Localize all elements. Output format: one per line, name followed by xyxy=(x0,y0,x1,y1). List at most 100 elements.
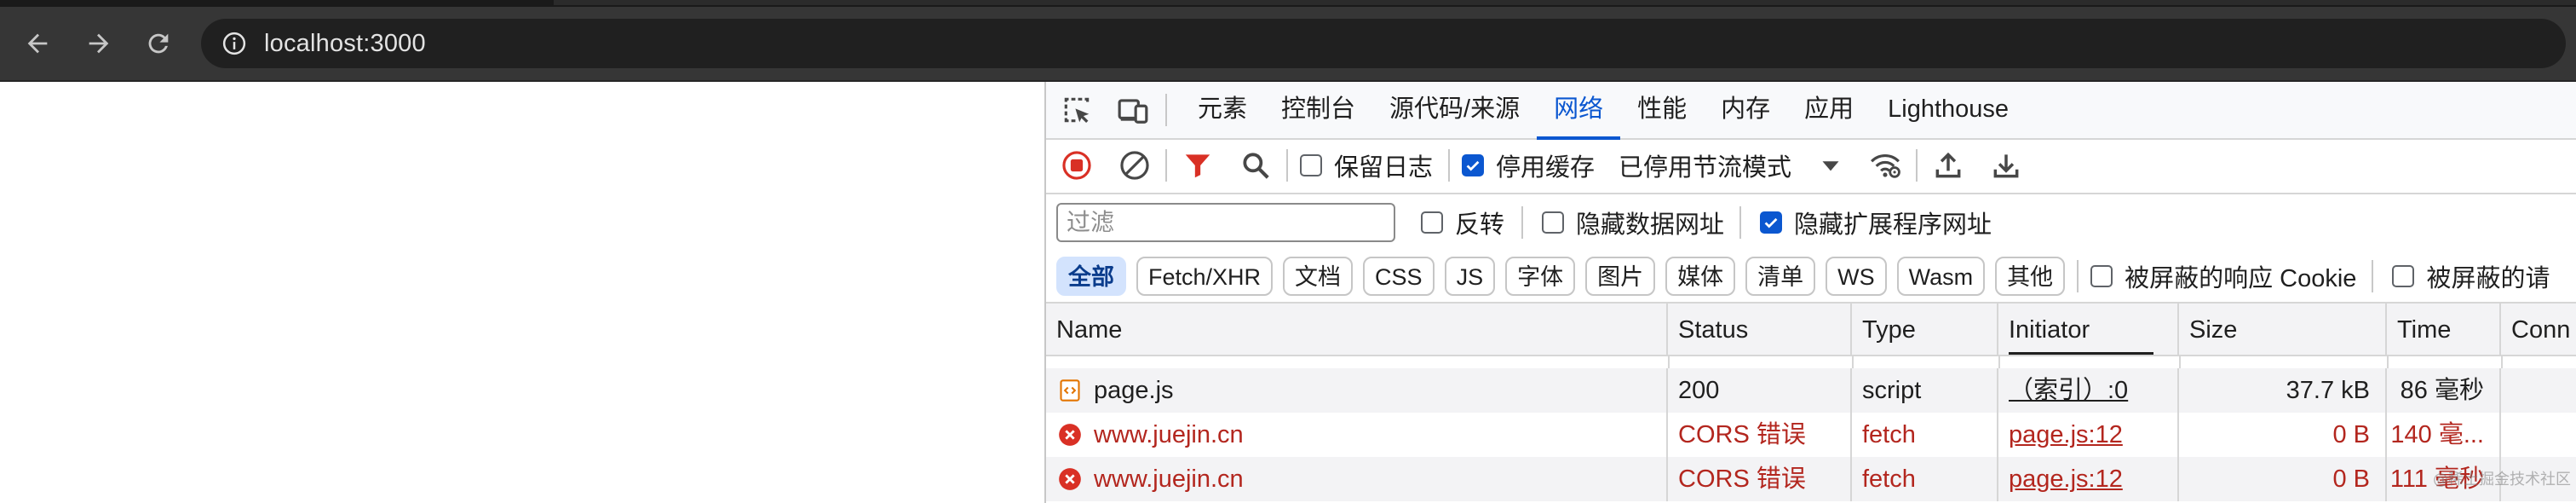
requests-table: Name Status Type Initiator Size Time Con… xyxy=(1046,302,2576,503)
initiator-link[interactable]: （索引）:0 xyxy=(2009,377,2128,404)
tab-elements[interactable]: 元素 xyxy=(1181,82,1264,138)
column-header-time[interactable]: Time xyxy=(2387,304,2501,356)
column-header-status[interactable]: Status xyxy=(1668,304,1852,356)
tab-application[interactable]: 应用 xyxy=(1787,82,1871,138)
tab-sources[interactable]: 源代码/来源 xyxy=(1372,82,1537,138)
filter-icon[interactable] xyxy=(1179,147,1216,184)
column-header-type[interactable]: Type xyxy=(1852,304,1998,356)
table-header: Name Status Type Initiator Size Time Con… xyxy=(1046,302,2576,356)
device-toolbar-icon[interactable] xyxy=(1114,91,1152,129)
checkmark-icon xyxy=(1764,217,1778,228)
type-filter-css[interactable]: CSS xyxy=(1363,257,1435,296)
toolbar-divider xyxy=(2372,260,2374,292)
type-filter-fetch-xhr[interactable]: Fetch/XHR xyxy=(1136,257,1274,296)
preserve-log-label: 保留日志 xyxy=(1334,154,1434,182)
blocked-cookies-label: 被屏蔽的响应 Cookie xyxy=(2125,265,2357,292)
page-viewport xyxy=(0,82,1044,503)
clear-icon[interactable] xyxy=(1116,147,1153,184)
chevron-down-icon[interactable] xyxy=(1812,147,1849,184)
toolbar-divider xyxy=(1165,94,1167,126)
tab-performance[interactable]: 性能 xyxy=(1620,82,1704,138)
address-bar[interactable]: localhost:3000 xyxy=(201,19,2566,68)
cell-status: CORS 错误 xyxy=(1668,413,1852,457)
request-name: page.js xyxy=(1094,377,1174,404)
toolbar-divider xyxy=(1286,149,1288,182)
column-divider xyxy=(2387,356,2389,368)
export-har-icon[interactable] xyxy=(1987,147,2025,184)
invert-checkbox[interactable] xyxy=(1421,211,1443,234)
toolbar-divider xyxy=(1739,206,1742,239)
cell-time: 140 毫... xyxy=(2387,413,2501,457)
toolbar-divider xyxy=(1521,206,1524,239)
site-info-icon[interactable] xyxy=(220,29,249,58)
url-text: localhost:3000 xyxy=(264,29,426,57)
hide-extension-urls-checkbox[interactable] xyxy=(1760,211,1783,234)
tab-memory[interactable]: 内存 xyxy=(1704,82,1787,138)
type-filter-other[interactable]: 其他 xyxy=(1995,257,2066,296)
throttling-select[interactable]: 已停用节流模式 xyxy=(1619,147,1791,183)
devtools-panel: 元素 控制台 源代码/来源 网络 性能 内存 应用 Lighthouse 保留日… xyxy=(1044,82,2576,503)
column-header-name[interactable]: Name xyxy=(1046,304,1668,356)
tab-network[interactable]: 网络 xyxy=(1537,82,1621,140)
type-filter-js[interactable]: JS xyxy=(1444,257,1496,296)
hide-data-urls-checkbox[interactable] xyxy=(1542,211,1565,234)
tab-lighthouse[interactable]: Lighthouse xyxy=(1871,82,2026,138)
stop-recording-icon[interactable] xyxy=(1058,147,1095,184)
hide-data-urls-label: 隐藏数据网址 xyxy=(1576,211,1725,239)
cell-connection xyxy=(2501,413,2576,457)
type-filter-img[interactable]: 图片 xyxy=(1585,257,1656,296)
type-filter-ws[interactable]: WS xyxy=(1826,257,1887,296)
table-row-partial xyxy=(1046,356,2576,368)
column-divider xyxy=(2501,356,2503,368)
resource-type-filters: 全部 Fetch/XHR 文档 CSS JS 字体 图片 媒体 清单 WS Wa… xyxy=(1046,251,2576,302)
type-filter-media[interactable]: 媒体 xyxy=(1665,257,1736,296)
column-header-connection[interactable]: Conn xyxy=(2501,304,2576,356)
toolbar-divider xyxy=(1448,149,1451,182)
column-divider xyxy=(2179,356,2181,368)
type-filter-manifest[interactable]: 清单 xyxy=(1745,257,1816,296)
network-conditions-icon[interactable] xyxy=(1866,147,1904,184)
initiator-link[interactable]: page.js:12 xyxy=(2009,421,2123,448)
request-name: www.juejin.cn xyxy=(1094,421,1244,448)
import-har-icon[interactable] xyxy=(1929,147,1967,184)
invert-label: 反转 xyxy=(1455,211,1505,239)
type-filter-wasm[interactable]: Wasm xyxy=(1896,257,1986,296)
table-row[interactable]: www.juejin.cn CORS 错误 fetch page.js:12 0… xyxy=(1046,457,2576,501)
search-icon[interactable] xyxy=(1237,147,1274,184)
cell-size: 0 B xyxy=(2179,457,2387,501)
cell-name: www.juejin.cn xyxy=(1046,457,1668,501)
type-filter-all[interactable]: 全部 xyxy=(1056,257,1126,296)
initiator-link[interactable]: page.js:12 xyxy=(2009,465,2123,493)
reload-icon[interactable] xyxy=(140,25,177,62)
blocked-requests-checkbox[interactable] xyxy=(2392,265,2415,287)
network-toolbar: 保留日志 停用缓存 已停用节流模式 xyxy=(1046,138,2576,194)
table-row[interactable]: www.juejin.cn CORS 错误 fetch page.js:12 0… xyxy=(1046,413,2576,457)
script-file-icon xyxy=(1060,379,1080,402)
error-icon xyxy=(1059,468,1081,490)
toolbar-divider xyxy=(1165,149,1167,182)
inspect-element-icon[interactable] xyxy=(1058,91,1095,129)
cell-name: page.js xyxy=(1046,368,1668,413)
cell-initiator: page.js:12 xyxy=(1998,457,2179,501)
preserve-log-checkbox[interactable] xyxy=(1300,154,1322,176)
tab-console[interactable]: 控制台 xyxy=(1264,82,1372,138)
type-filter-doc[interactable]: 文档 xyxy=(1283,257,1354,296)
cell-initiator: page.js:12 xyxy=(1998,413,2179,457)
column-header-size[interactable]: Size xyxy=(2179,304,2387,356)
cell-size: 0 B xyxy=(2179,413,2387,457)
column-divider xyxy=(1852,356,1854,368)
blocked-cookies-checkbox[interactable] xyxy=(2090,265,2113,287)
cell-type: fetch xyxy=(1852,457,1998,501)
cell-name: www.juejin.cn xyxy=(1046,413,1668,457)
table-row[interactable]: page.js 200 script （索引）:0 37.7 kB 86 毫秒 xyxy=(1046,368,2576,413)
toolbar-divider xyxy=(2077,260,2079,292)
filter-input[interactable]: 过滤 xyxy=(1056,203,1395,242)
type-filter-font[interactable]: 字体 xyxy=(1505,257,1576,296)
forward-icon[interactable] xyxy=(80,25,118,62)
blocked-requests-label: 被屏蔽的请 xyxy=(2426,265,2550,292)
checkmark-icon xyxy=(1466,160,1480,171)
disable-cache-checkbox[interactable] xyxy=(1462,154,1485,176)
column-divider xyxy=(1998,356,2000,368)
column-header-initiator[interactable]: Initiator xyxy=(1998,304,2179,356)
back-icon[interactable] xyxy=(19,25,56,62)
